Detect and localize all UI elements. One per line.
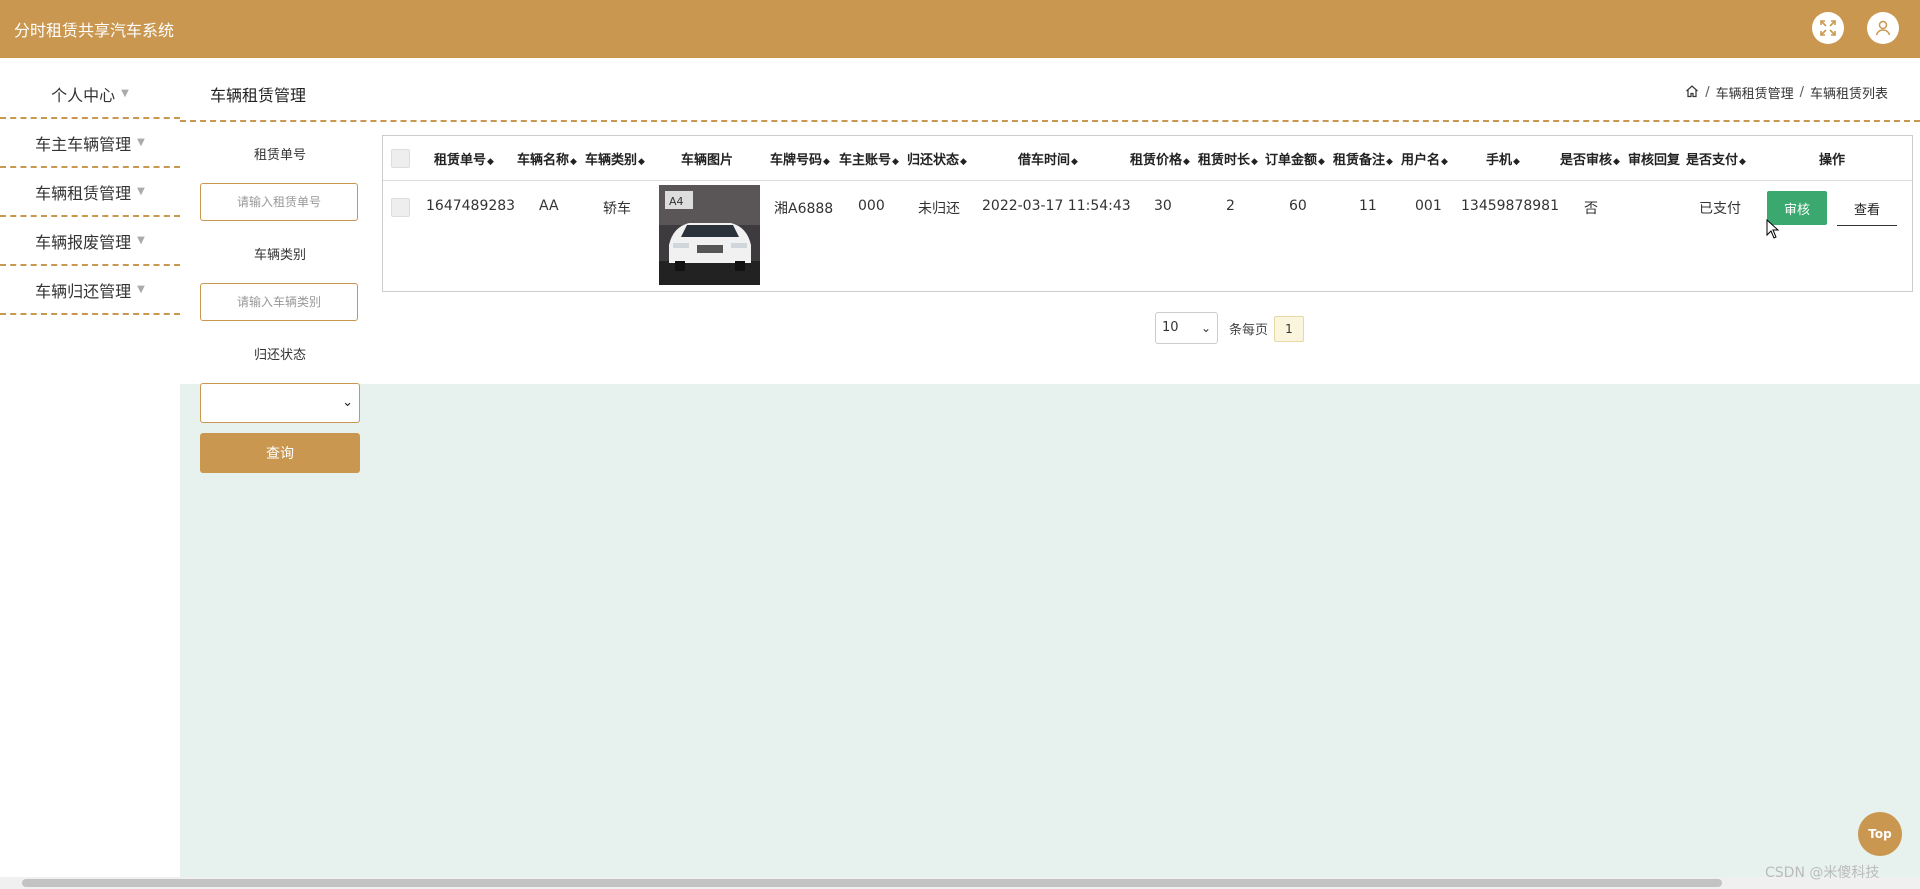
- column-header[interactable]: 租赁价格◆: [1130, 149, 1190, 168]
- user-icon[interactable]: [1867, 12, 1899, 44]
- caret-down-icon: ▼: [137, 235, 145, 246]
- column-header[interactable]: 手机◆: [1486, 149, 1520, 168]
- sidebar-item-rental-management[interactable]: 车辆租赁管理 ▼: [0, 168, 180, 217]
- query-button[interactable]: 查询: [200, 433, 360, 473]
- sidebar-item-owner-vehicles[interactable]: 车主车辆管理 ▼: [0, 119, 180, 168]
- scrollbar-thumb[interactable]: [22, 879, 1722, 887]
- app-title: 分时租赁共享汽车系统: [14, 21, 175, 40]
- cell-car-name: AA: [539, 198, 559, 214]
- page-size-select[interactable]: 10 ⌄: [1155, 312, 1218, 344]
- cell-price: 30: [1154, 198, 1172, 214]
- select-all-checkbox[interactable]: [391, 149, 410, 168]
- view-button[interactable]: 查看: [1837, 191, 1897, 226]
- chevron-down-icon: ⌄: [1200, 321, 1211, 335]
- cell-order-no: 1647489283: [426, 198, 516, 214]
- table-header: 租赁单号◆ 车辆名称◆ 车辆类别◆ 车辆图片 车牌号码◆ 车主账号◆ 归还状态◆…: [383, 136, 1912, 181]
- category-label: 车辆类别: [253, 248, 306, 263]
- sidebar-item-return-management[interactable]: 车辆归还管理 ▼: [0, 266, 180, 315]
- cell-phone: 13459878981: [1461, 198, 1559, 214]
- top-header: 分时租赁共享汽车系统: [0, 0, 1920, 58]
- car-image[interactable]: A4: [659, 185, 760, 285]
- cell-category: 轿车: [603, 201, 631, 217]
- sidebar-item-scrap-management[interactable]: 车辆报废管理 ▼: [0, 217, 180, 266]
- category-input[interactable]: [200, 283, 358, 321]
- cell-plate: 湘A6888: [774, 201, 834, 217]
- breadcrumb-separator: /: [1799, 85, 1804, 100]
- breadcrumb-item[interactable]: 车辆租赁管理: [1716, 83, 1794, 102]
- column-header[interactable]: 车主账号◆: [839, 149, 899, 168]
- sidebar-item-personal-center[interactable]: 个人中心 ▼: [0, 70, 180, 119]
- mouse-cursor-icon: [1766, 219, 1780, 239]
- column-header[interactable]: 用户名◆: [1401, 149, 1448, 168]
- cell-owner-account: 000: [858, 198, 885, 214]
- column-header: 审核回复: [1628, 153, 1681, 168]
- column-header[interactable]: 是否审核◆: [1560, 149, 1620, 168]
- breadcrumb: / 车辆租赁管理 / 车辆租赁列表: [1685, 83, 1888, 102]
- back-to-top-button[interactable]: Top: [1858, 812, 1902, 856]
- cell-username: 001: [1415, 198, 1442, 214]
- column-header[interactable]: 订单金额◆: [1265, 149, 1325, 168]
- rental-table: 租赁单号◆ 车辆名称◆ 车辆类别◆ 车辆图片 车牌号码◆ 车主账号◆ 归还状态◆…: [382, 135, 1913, 292]
- page-title: 车辆租赁管理: [210, 86, 307, 105]
- sidebar-item-label: 车辆报废管理: [35, 232, 132, 252]
- column-header[interactable]: 车辆类别◆: [585, 149, 645, 168]
- sidebar-item-label: 车主车辆管理: [35, 134, 132, 154]
- content-area: [180, 384, 1920, 889]
- caret-down-icon: ▼: [121, 88, 129, 99]
- column-header[interactable]: 归还状态◆: [907, 149, 967, 168]
- title-bar: 车辆租赁管理 / 车辆租赁管理 / 车辆租赁列表: [180, 58, 1920, 122]
- column-header[interactable]: 车辆名称◆: [517, 149, 577, 168]
- breadcrumb-item: 车辆租赁列表: [1809, 87, 1888, 102]
- fullscreen-icon[interactable]: [1812, 12, 1844, 44]
- return-status-label: 归还状态: [253, 348, 306, 363]
- order-no-label: 租赁单号: [253, 148, 306, 163]
- column-header[interactable]: 租赁备注◆: [1333, 149, 1393, 168]
- column-header[interactable]: 租赁单号◆: [434, 149, 494, 168]
- sidebar-item-label: 车辆归还管理: [35, 281, 132, 301]
- column-header[interactable]: 借车时间◆: [1018, 149, 1078, 168]
- cell-remark: 11: [1359, 198, 1377, 214]
- page-size-value: 10: [1162, 320, 1179, 335]
- home-icon[interactable]: [1685, 84, 1699, 102]
- cell-amount: 60: [1289, 198, 1307, 214]
- horizontal-scrollbar[interactable]: [0, 877, 1920, 889]
- cell-paid: 已支付: [1699, 201, 1741, 217]
- column-header[interactable]: 车牌号码◆: [770, 149, 830, 168]
- cell-duration: 2: [1226, 198, 1235, 214]
- watermark: CSDN @米傻科技: [1765, 865, 1880, 881]
- row-checkbox[interactable]: [391, 198, 410, 217]
- order-no-input[interactable]: [200, 183, 358, 221]
- page-button-current[interactable]: 1: [1274, 316, 1304, 342]
- sidebar-item-label: 车辆租赁管理: [35, 183, 132, 203]
- caret-down-icon: ▼: [137, 186, 145, 197]
- column-header: 车辆图片: [681, 153, 734, 168]
- column-header[interactable]: 租赁时长◆: [1198, 149, 1258, 168]
- cell-borrow-time: 2022-03-17 11:54:43: [982, 198, 1131, 214]
- return-status-select[interactable]: ⌄: [200, 383, 360, 423]
- sidebar: 个人中心 ▼ 车主车辆管理 ▼ 车辆租赁管理 ▼ 车辆报废管理 ▼ 车辆归还管理 ▼: [0, 58, 180, 889]
- column-header: 操作: [1819, 153, 1846, 168]
- column-header[interactable]: 是否支付◆: [1686, 149, 1746, 168]
- chevron-down-icon: ⌄: [342, 395, 353, 410]
- per-page-label: 条每页: [1229, 323, 1269, 338]
- breadcrumb-separator: /: [1705, 85, 1710, 100]
- cell-return-status: 未归还: [918, 201, 960, 217]
- cell-reviewed: 否: [1584, 201, 1598, 217]
- sidebar-item-label: 个人中心: [51, 85, 116, 105]
- caret-down-icon: ▼: [137, 284, 145, 295]
- svg-text:A4: A4: [669, 195, 684, 208]
- caret-down-icon: ▼: [137, 137, 145, 148]
